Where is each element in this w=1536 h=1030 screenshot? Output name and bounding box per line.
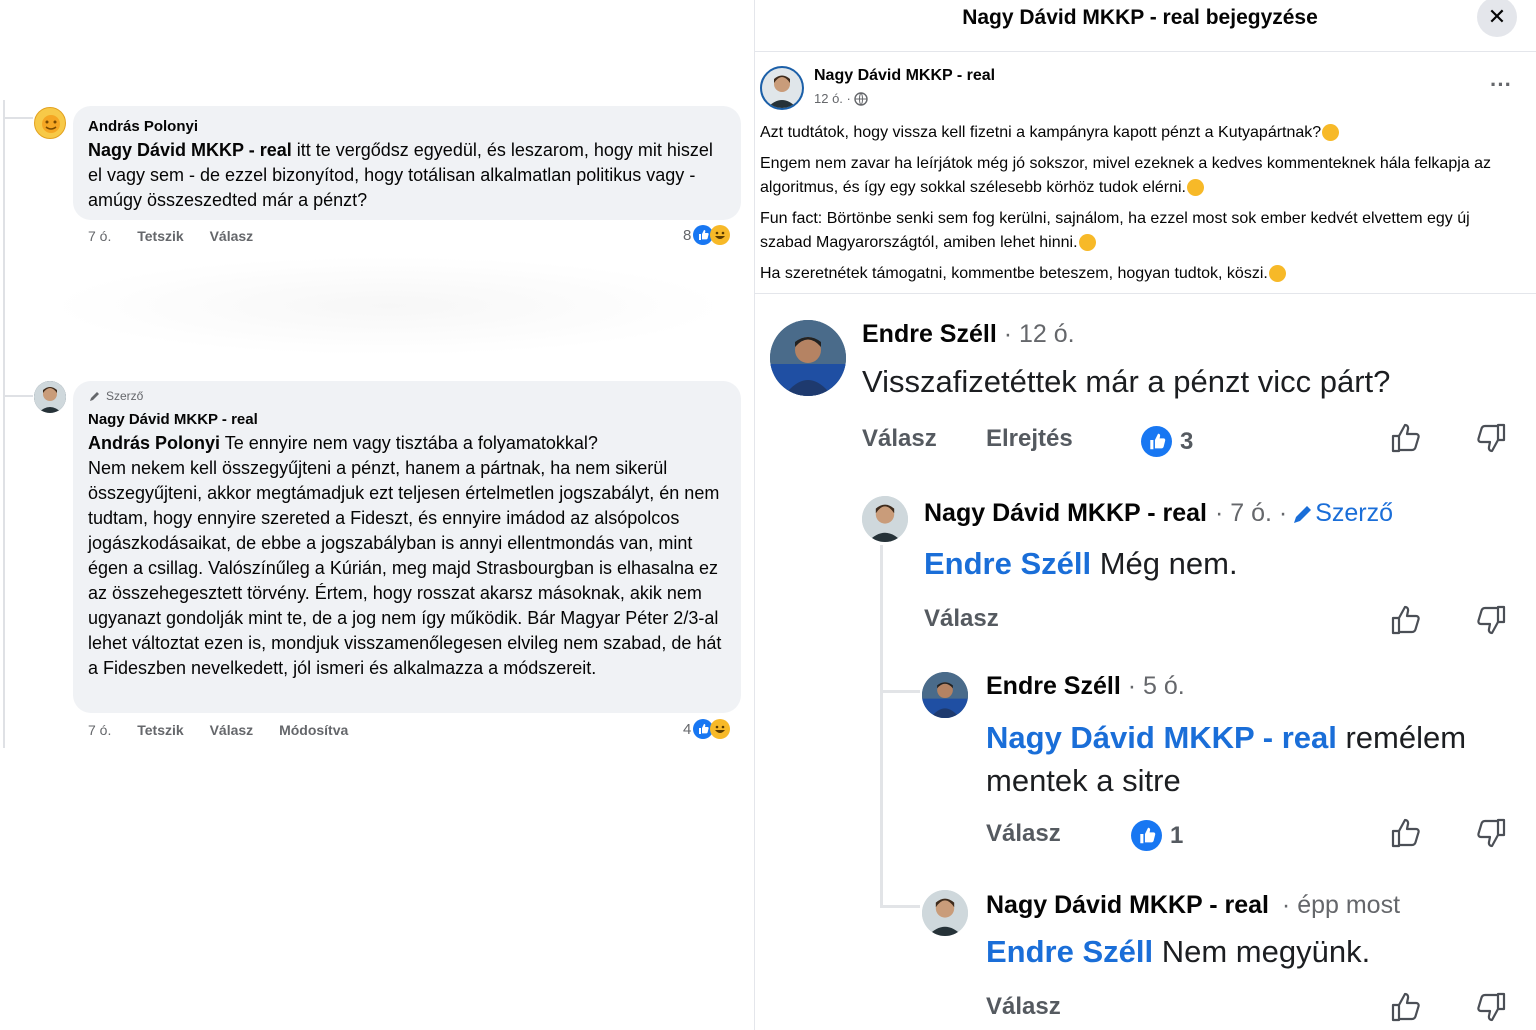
comment-author[interactable]: Nagy Dávid MKKP - real <box>924 499 1207 528</box>
comment-author[interactable]: Endre Széll <box>986 672 1121 700</box>
thread-branch <box>5 395 33 397</box>
thread-line <box>880 545 883 907</box>
reaction-summary[interactable]: 8 <box>683 225 731 245</box>
avatar[interactable] <box>34 107 66 139</box>
post-divider <box>754 293 1536 294</box>
post-meta: 12 ó. · <box>814 91 868 106</box>
comment-time[interactable]: · épp most <box>1282 891 1400 919</box>
reaction-count: 4 <box>683 720 692 738</box>
comment-header: Nagy Dávid MKKP - real · épp most <box>986 891 1400 920</box>
header-divider <box>754 51 1536 52</box>
thread-line <box>3 100 5 748</box>
thumbs-down-icon[interactable] <box>1474 603 1508 637</box>
pencil-icon <box>90 392 99 401</box>
comment-author[interactable]: Nagy Dávid MKKP - real <box>88 411 258 428</box>
reply-button[interactable]: Válasz <box>986 993 1061 1021</box>
hide-button[interactable]: Elrejtés <box>986 425 1073 453</box>
avatar[interactable] <box>34 381 66 413</box>
mention[interactable]: Nagy Dávid MKKP - real <box>986 720 1337 755</box>
comment-text: Endre Széll Még nem. <box>924 546 1238 581</box>
post-paragraph: Ha szeretnétek támogatni, kommentbe bete… <box>760 262 1525 286</box>
wink-emoji-icon <box>1268 265 1286 283</box>
mention[interactable]: Nagy Dávid MKKP - real <box>88 140 292 160</box>
comment-text: András Polonyi Te ennyire nem vagy tiszt… <box>88 433 722 678</box>
like-button[interactable]: Tetszik <box>137 722 183 738</box>
thread-branch <box>5 117 33 119</box>
thumbs-up-icon[interactable] <box>1389 603 1423 637</box>
thumbs-up-icon[interactable] <box>1389 816 1423 850</box>
comment-time[interactable]: · 7 ó. · <box>1215 499 1287 528</box>
comment-time[interactable]: · 5 ó. <box>1128 672 1185 700</box>
author-badge: Szerző <box>1315 499 1394 527</box>
comment-actions: 7 ó. Tetszik Válasz <box>88 228 253 244</box>
thumbs-down-icon[interactable] <box>1474 990 1508 1024</box>
thumbs-down-icon[interactable] <box>1474 421 1508 455</box>
like-count[interactable]: 1 <box>1131 820 1183 851</box>
sweat-emoji-icon <box>1187 179 1204 197</box>
thumbs-up-icon[interactable] <box>1389 421 1423 455</box>
reply-button[interactable]: Válasz <box>862 425 937 453</box>
comment-bubble: András Polonyi Nagy Dávid MKKP - real it… <box>73 106 741 220</box>
comment-text: Visszafizetéttek már a pénzt vicc párt? <box>862 364 1391 399</box>
comment-author[interactable]: Nagy Dávid MKKP - real <box>986 891 1269 919</box>
grin-emoji-icon <box>1078 234 1096 252</box>
comment-header: Nagy Dávid MKKP - real · 7 ó. · Szerző <box>924 499 1393 528</box>
comment-header: Endre Széll · 5 ó. <box>986 672 1185 701</box>
like-count[interactable]: 3 <box>1141 426 1193 457</box>
comment-author[interactable]: Endre Széll <box>862 320 997 348</box>
thumbs-up-icon[interactable] <box>1389 990 1423 1024</box>
post-paragraph: Engem nem zavar ha leírjátok még jó soks… <box>760 155 1492 197</box>
dialog-title: Nagy Dávid MKKP - real bejegyzése <box>962 6 1318 29</box>
reply-button[interactable]: Válasz <box>986 820 1061 848</box>
globe-icon <box>854 91 868 106</box>
post-paragraph: Fun fact: Börtönbe senki sem fog kerülni… <box>760 210 1470 252</box>
post-author[interactable]: Nagy Dávid MKKP - real <box>814 67 995 85</box>
avatar[interactable] <box>922 672 968 718</box>
comment-author[interactable]: András Polonyi <box>88 118 198 135</box>
comment-text: Nagy Dávid MKKP - real remélem mentek a … <box>986 720 1467 798</box>
like-button[interactable]: Tetszik <box>137 228 183 244</box>
like-reaction-icon <box>1141 426 1172 457</box>
reaction-count: 8 <box>683 226 692 244</box>
like-reaction-icon <box>1131 820 1162 851</box>
author-badge: Szerző <box>88 389 143 403</box>
reply-button[interactable]: Válasz <box>210 228 254 244</box>
haha-reaction-icon <box>710 719 731 739</box>
comment-text: Endre Széll Nem megyünk. <box>986 934 1371 969</box>
avatar[interactable] <box>760 66 804 110</box>
post-paragraph: Azt tudtátok, hogy vissza kell fizetni a… <box>760 121 1525 145</box>
thread-branch <box>880 905 920 908</box>
avatar[interactable] <box>770 320 846 396</box>
mention[interactable]: Endre Széll <box>986 934 1153 969</box>
reply-button[interactable]: Válasz <box>924 605 999 633</box>
thumbs-down-icon[interactable] <box>1474 816 1508 850</box>
reaction-summary[interactable]: 4 <box>683 719 731 739</box>
mention[interactable]: Endre Széll <box>924 546 1091 581</box>
blurred-region <box>48 256 728 356</box>
comment-text: Nagy Dávid MKKP - real itt te vergődsz e… <box>88 140 713 210</box>
reply-button[interactable]: Válasz <box>210 722 254 738</box>
close-icon: ✕ <box>1487 4 1507 29</box>
mention[interactable]: András Polonyi <box>88 433 220 453</box>
comment-bubble: Szerző Nagy Dávid MKKP - real András Pol… <box>73 381 741 713</box>
edited-label: Módosítva <box>279 722 349 738</box>
comment-time[interactable]: · 12 ó. <box>1004 320 1075 348</box>
comment-time[interactable]: 7 ó. <box>88 228 111 244</box>
post-time[interactable]: 12 ó. · <box>814 91 851 106</box>
comment-header: Endre Széll · 12 ó. <box>862 320 1075 349</box>
surprised-emoji-icon <box>1322 124 1340 142</box>
post-body: Azt tudtátok, hogy vissza kell fizetni a… <box>760 121 1525 286</box>
thread-branch <box>880 690 920 693</box>
more-options-button[interactable]: ··· <box>1490 72 1512 98</box>
comment-time[interactable]: 7 ó. <box>88 722 111 738</box>
avatar[interactable] <box>922 890 968 936</box>
pencil-icon <box>1294 505 1312 523</box>
comment-actions: 7 ó. Tetszik Válasz Módosítva <box>88 722 348 738</box>
avatar[interactable] <box>862 496 908 542</box>
haha-reaction-icon <box>710 225 731 245</box>
